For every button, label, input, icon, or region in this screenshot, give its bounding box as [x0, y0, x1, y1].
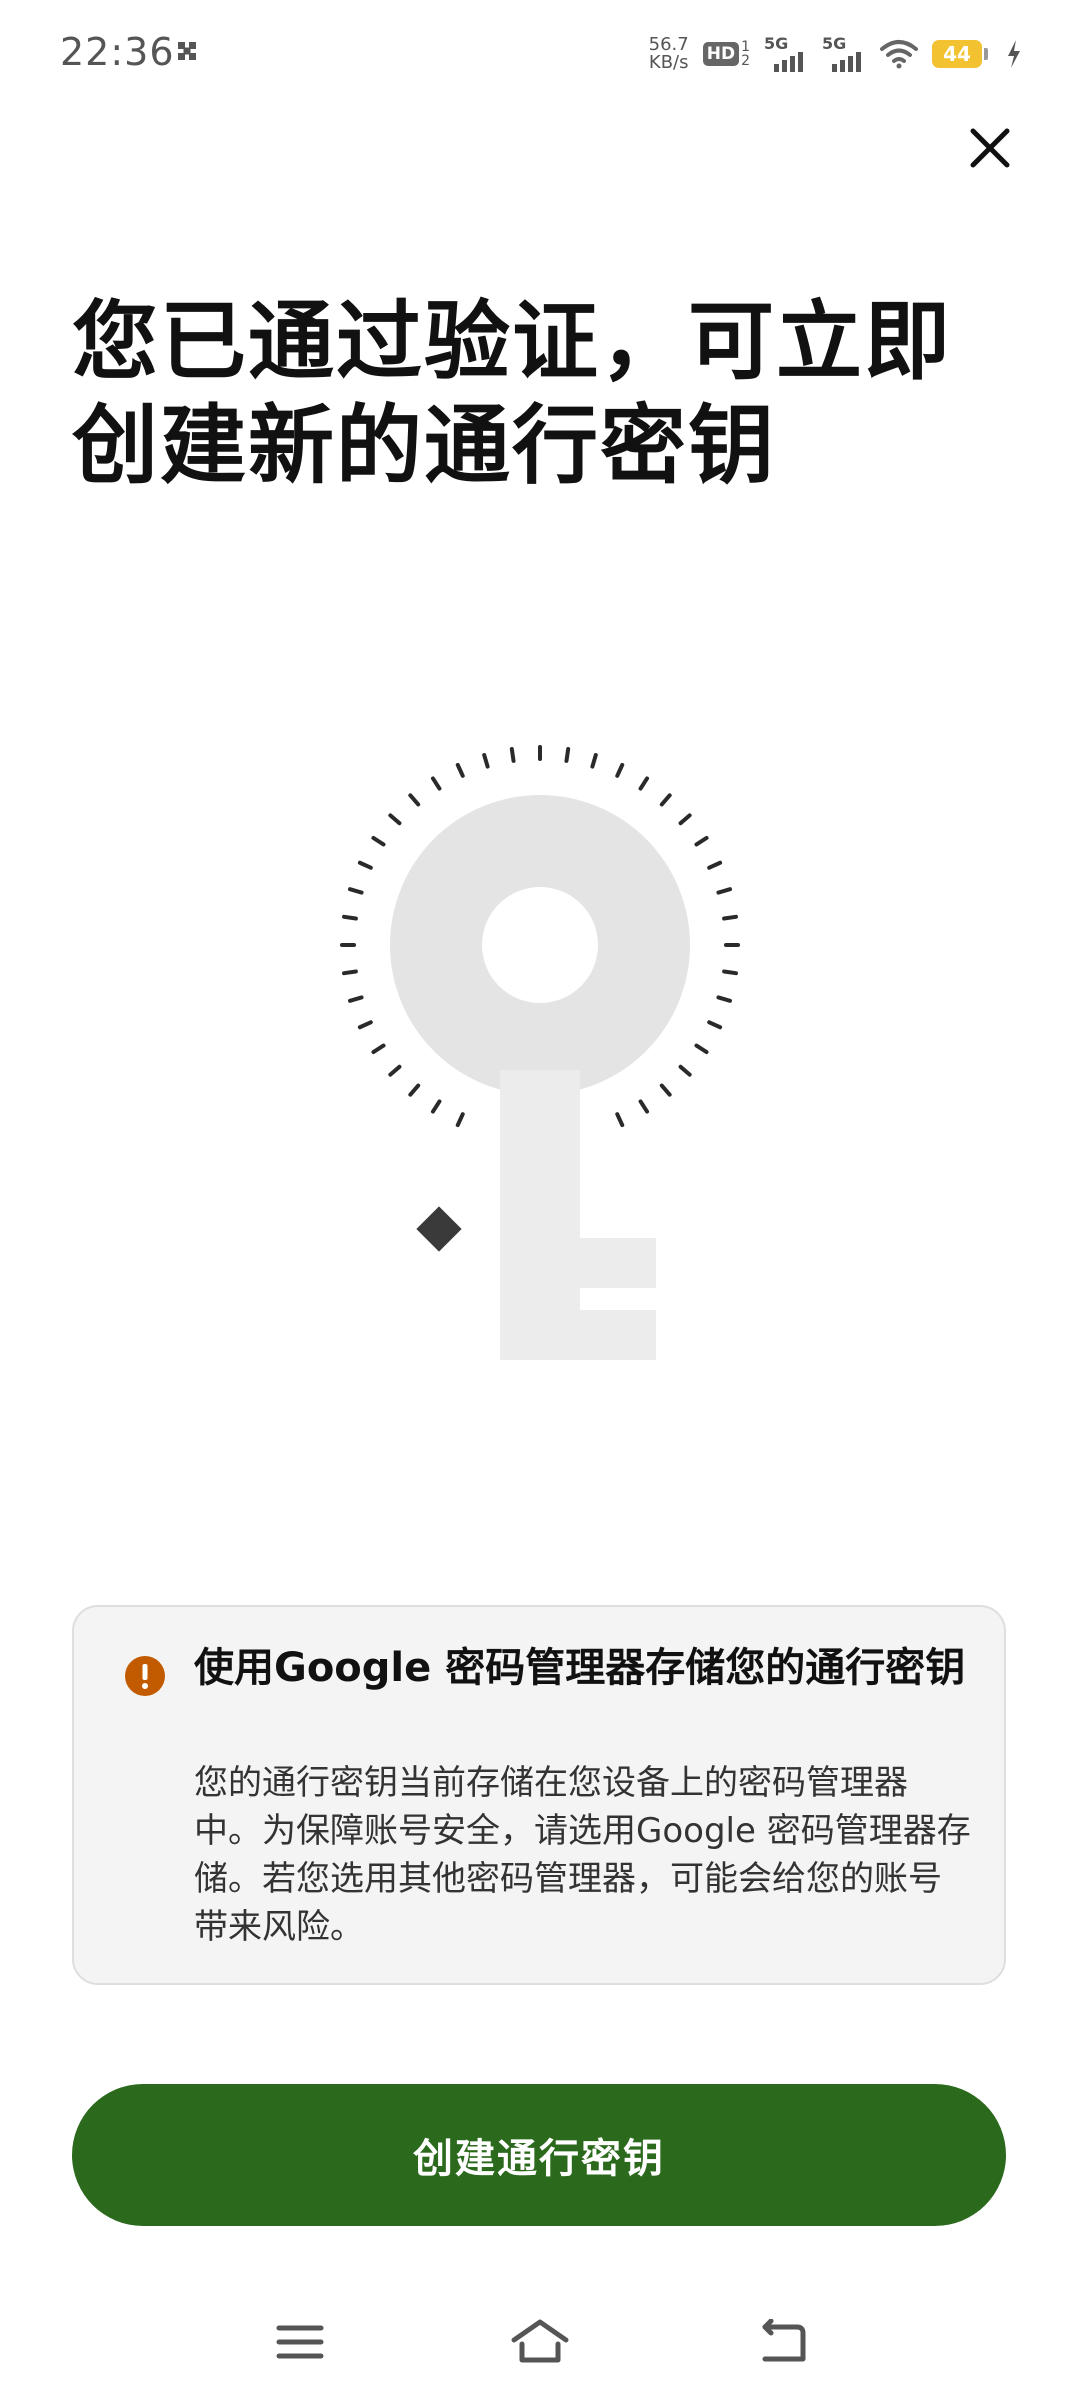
ring-tick — [716, 995, 732, 1003]
battery-icon: 44 — [932, 40, 988, 68]
ring-tick — [408, 793, 421, 807]
hd-label: HD — [702, 42, 740, 66]
ring-tick — [694, 835, 709, 847]
battery-level: 44 — [932, 40, 982, 68]
ring-tick — [716, 887, 732, 895]
home-icon — [511, 2319, 569, 2363]
ring-tick — [694, 1043, 709, 1055]
ring-tick — [348, 995, 364, 1003]
ring-tick — [357, 1020, 373, 1030]
hd-icon: HD 1 2 — [702, 40, 750, 68]
warning-title: 使用Google 密码管理器存储您的通行密钥 — [194, 1645, 966, 1691]
ring-tick — [348, 887, 364, 895]
back-icon — [762, 2319, 806, 2362]
exclamation-icon — [125, 1656, 165, 1696]
hd-sub: 1 2 — [741, 40, 750, 68]
status-bar: 22:36 56.7 KB/s HD 1 2 5G 5G 44 — [0, 0, 1080, 106]
ring-tick — [430, 1099, 442, 1114]
navigation-bar — [0, 2290, 1080, 2400]
hd-sub-bottom: 2 — [741, 53, 750, 69]
page-title: 您已通过验证，可立即创建新的通行密钥 — [72, 292, 952, 496]
warning-body: 您的通行密钥当前存储在您设备上的密码管理器中。为保障账号安全，请选用Google… — [194, 1763, 971, 1947]
ring-tick — [678, 1064, 692, 1077]
back-button[interactable] — [742, 2312, 822, 2372]
status-time: 22:36 — [60, 30, 175, 74]
ring-tick — [659, 793, 672, 807]
ring-tick — [564, 747, 571, 763]
wifi-icon — [880, 40, 918, 69]
ring-tick — [455, 762, 465, 778]
ring-tick — [482, 753, 490, 769]
ring-tick — [678, 813, 692, 826]
ring-tick — [388, 1064, 402, 1077]
home-button[interactable] — [500, 2312, 580, 2372]
ring-tick — [342, 914, 358, 921]
status-icons: 56.7 KB/s HD 1 2 5G 5G 44 — [649, 26, 1022, 82]
signal-icon-sim2: 5G — [822, 34, 866, 74]
ring-tick — [615, 1112, 625, 1128]
create-passkey-button[interactable]: 创建通行密钥 — [72, 2084, 1006, 2226]
network-speed-unit: KB/s — [648, 52, 689, 73]
ring-tick — [371, 1043, 386, 1055]
ring-tick — [638, 776, 650, 791]
ring-tick — [357, 860, 373, 870]
ring-tick — [342, 969, 358, 976]
notification-icon — [178, 42, 196, 60]
menu-button[interactable] — [260, 2312, 340, 2372]
network-speed: 56.7 KB/s — [649, 36, 689, 72]
charging-icon — [1008, 40, 1020, 68]
ring-tick — [615, 762, 625, 778]
signal-icon-sim1: 5G — [764, 34, 808, 74]
ring-tick — [371, 835, 386, 847]
ring-tick — [638, 1099, 650, 1114]
close-icon — [970, 128, 1010, 168]
ring-tick — [388, 813, 402, 826]
close-button[interactable] — [960, 118, 1020, 178]
ring-tick — [590, 753, 598, 769]
ring-tick — [430, 776, 442, 791]
sim1-label: 5G — [764, 34, 789, 53]
sim2-label: 5G — [822, 34, 847, 53]
ring-tick — [707, 860, 723, 870]
key-icon — [340, 745, 740, 1360]
ring-tick — [455, 1112, 465, 1128]
ring-tick — [408, 1083, 421, 1097]
ring-tick — [509, 747, 516, 763]
ring-tick — [722, 969, 738, 976]
ring-tick — [722, 914, 738, 921]
menu-icon — [276, 2325, 324, 2359]
warning-card: 使用Google 密码管理器存储您的通行密钥 您的通行密钥当前存储在您设备上的密… — [72, 1605, 1006, 1985]
ring-tick — [659, 1083, 672, 1097]
ring-tick — [707, 1020, 723, 1030]
